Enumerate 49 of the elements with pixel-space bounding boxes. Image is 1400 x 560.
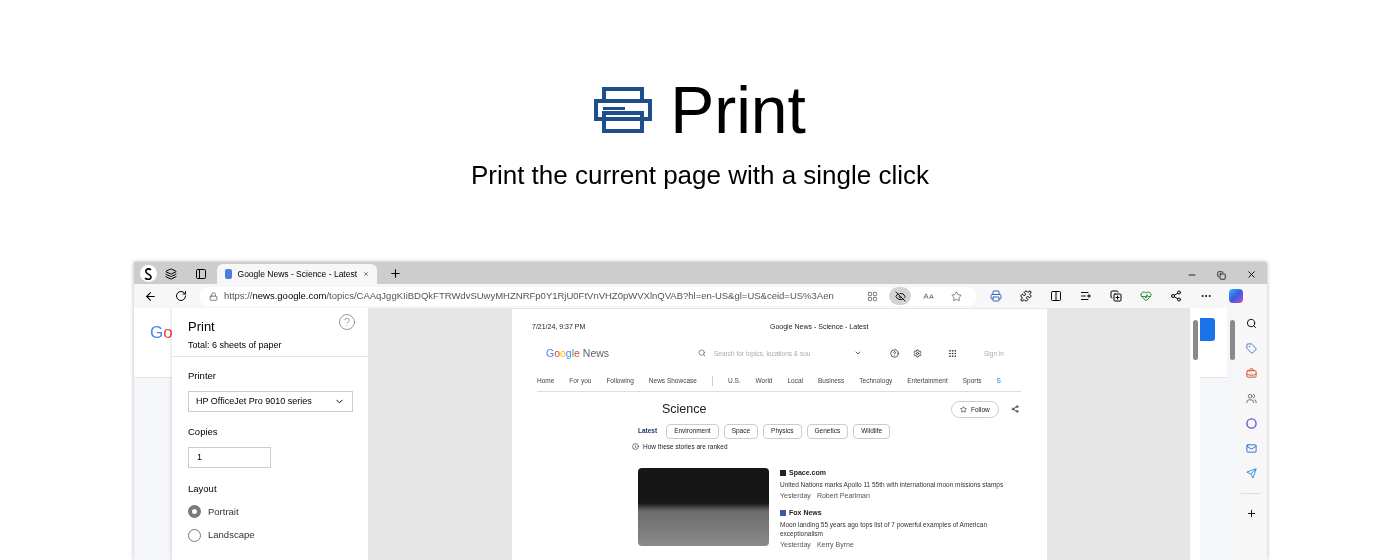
tab-title: Google News - Science - Latest: [237, 267, 358, 281]
ring-icon[interactable]: [1245, 418, 1257, 429]
printer-select[interactable]: HP OfficeJet Pro 9010 series: [188, 391, 353, 413]
close-tab-icon[interactable]: [363, 269, 369, 279]
panel-title: Print: [188, 318, 216, 336]
copies-field[interactable]: 1: [188, 446, 271, 468]
hero-title: Print: [670, 72, 806, 148]
mail-icon[interactable]: [1245, 443, 1257, 454]
apps-icon[interactable]: [948, 348, 957, 358]
layout-option: Portrait: [208, 504, 239, 519]
topic-title: Science: [662, 401, 708, 418]
layout-option: Landscape: [208, 528, 255, 543]
close-icon[interactable]: [1246, 269, 1257, 280]
printer-label: Printer: [188, 369, 217, 383]
search-icon[interactable]: [1245, 318, 1257, 329]
source-logo-icon: [780, 509, 786, 516]
source-logo-icon: [780, 469, 786, 476]
back-icon[interactable]: [144, 289, 157, 303]
tracking-prevention-icon[interactable]: [889, 287, 911, 305]
sheet-count: Total: 6 sheets of paper: [188, 338, 283, 352]
radio-button[interactable]: [188, 505, 201, 519]
url-text: https://news.google.com/topics/CAAqJggKIiBDQkFTRWdvSUwyMHZNRFp0Y1RjU0FtVnVHZ0pWVXlnQVAB?hl=en-US&gl=US&ceid=US%3Aen: [224, 288, 835, 303]
toolbox-icon[interactable]: [1245, 368, 1257, 379]
refresh-icon[interactable]: [175, 290, 187, 302]
browser-tab[interactable]: Google News - Science - Latest: [217, 264, 377, 284]
preview-scrollbar[interactable]: [1190, 308, 1200, 560]
copies-label: Copies: [188, 425, 219, 440]
news-favicon: [225, 269, 232, 279]
add-icon[interactable]: [1245, 508, 1257, 519]
workspaces-icon[interactable]: [165, 268, 177, 280]
printer-icon: [594, 87, 653, 133]
google-logo: Go: [150, 323, 173, 342]
star-icon: [960, 405, 967, 413]
help-icon[interactable]: [890, 348, 899, 358]
restore-icon[interactable]: [1217, 271, 1226, 280]
help-icon[interactable]: [338, 313, 356, 331]
send-icon[interactable]: [1245, 468, 1257, 479]
share-icon[interactable]: [1010, 405, 1019, 414]
layout-label: Layout: [188, 481, 218, 496]
google-news-logo: Google News: [546, 345, 611, 361]
settings-icon[interactable]: [913, 348, 922, 358]
people-icon[interactable]: [1245, 393, 1257, 404]
profile-icon[interactable]: [140, 265, 157, 282]
hero-subtitle: Print the current page with a single click: [470, 159, 930, 192]
lock-icon: [209, 291, 218, 301]
address-bar[interactable]: https://news.google.com/topics/CAAqJggKIiBDQkFTRWdvSUwyMHZNRFp0Y1RjU0FtVnVHZ0pWVXlnQVAB?hl=en-US&gl=US&ceid=US%3Aen: [199, 286, 977, 306]
tab-actions-icon[interactable]: [195, 268, 207, 280]
info-icon: [632, 443, 639, 451]
new-tab-icon[interactable]: [389, 267, 402, 280]
